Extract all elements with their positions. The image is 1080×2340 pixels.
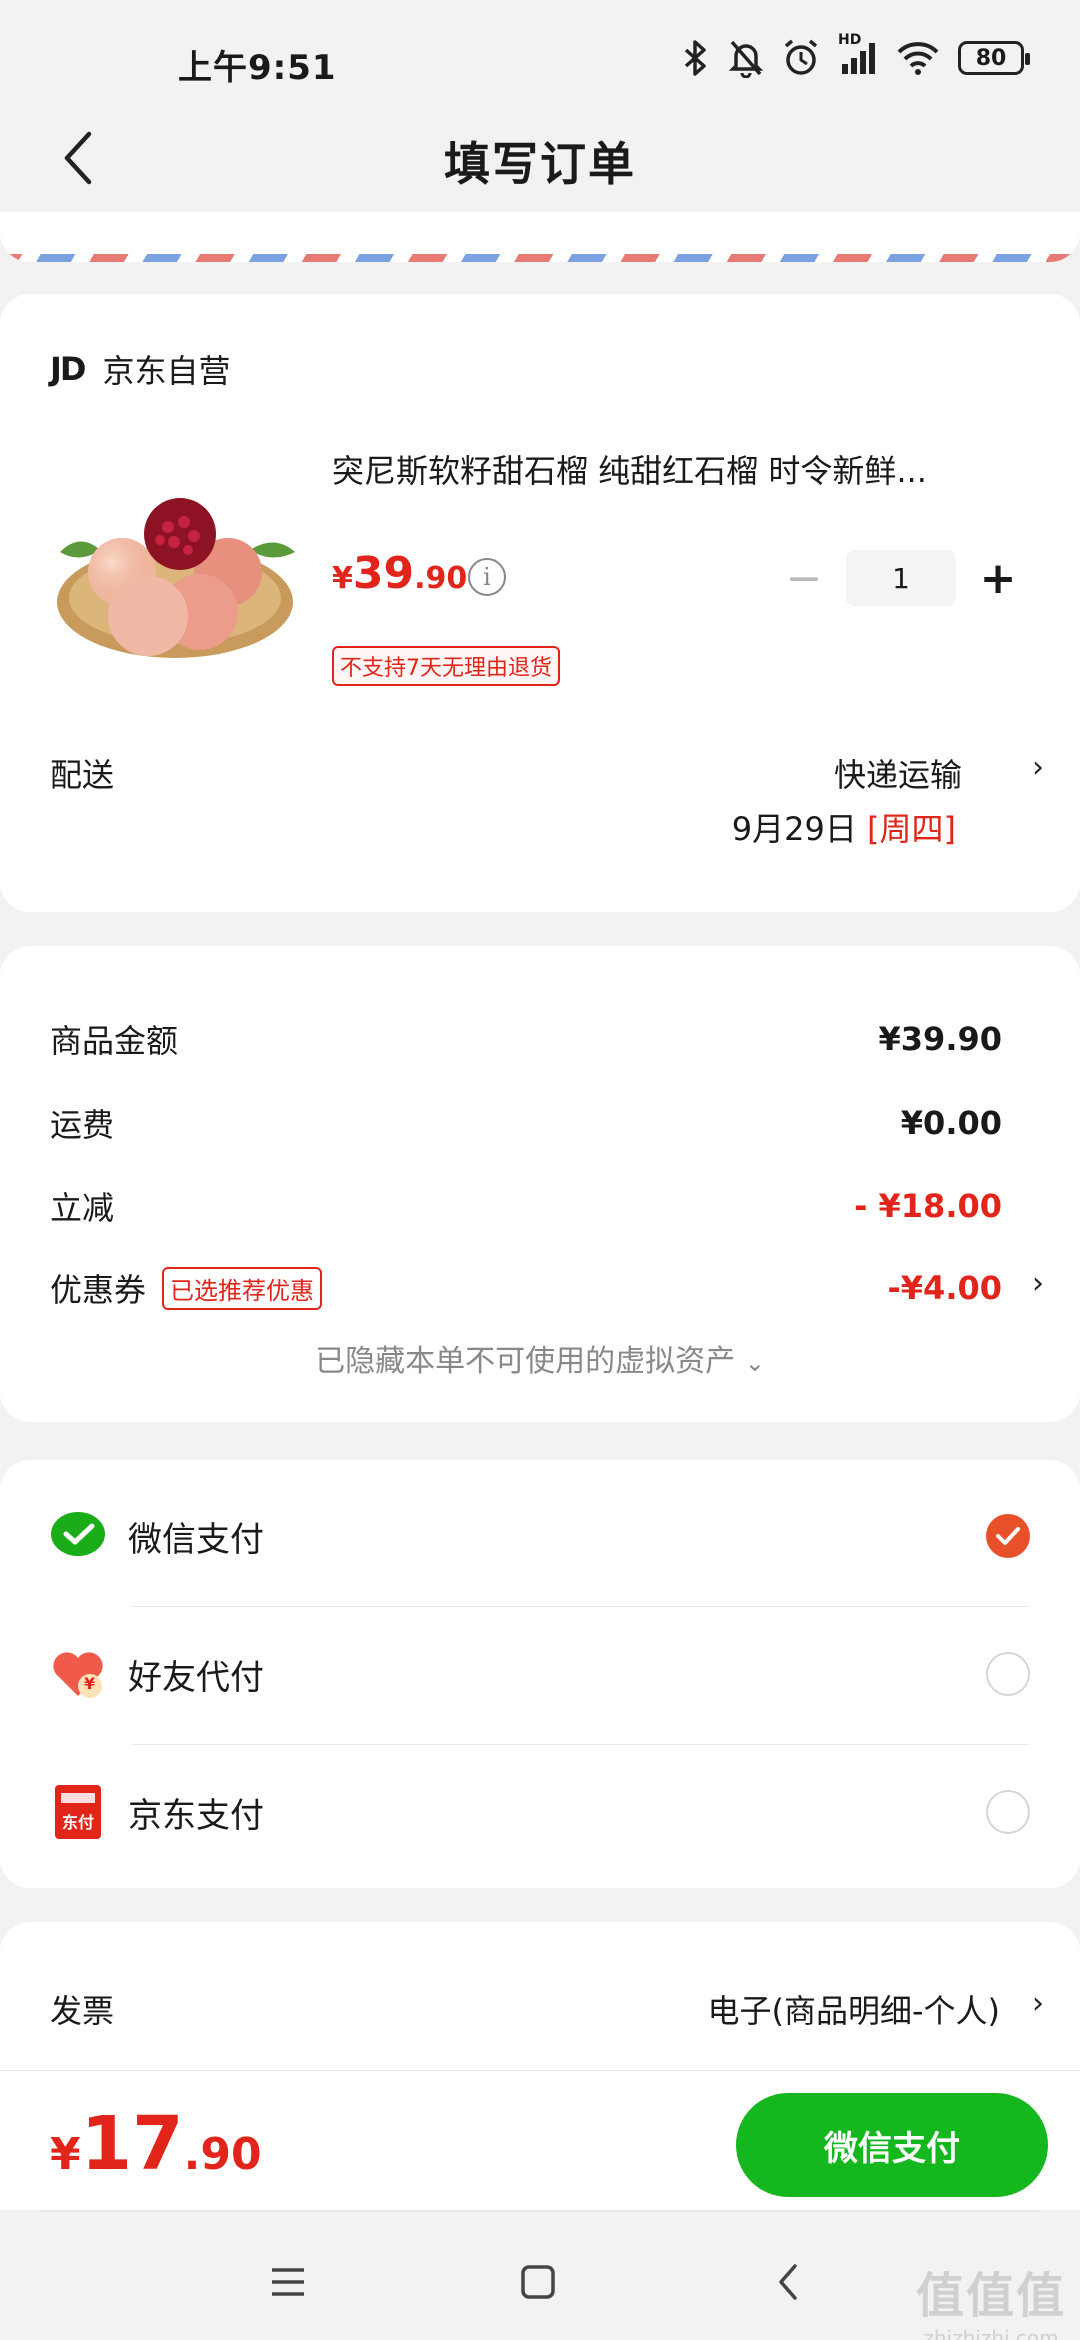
delivery-weekday: [周四]: [867, 810, 956, 848]
total-currency: ¥: [50, 2129, 81, 2180]
coupon-value: -¥4.00: [887, 1269, 1003, 1307]
alarm-icon: [782, 38, 820, 78]
bottom-divider: [40, 2210, 1040, 2212]
jd-pay-label: 京东支付: [128, 1795, 264, 1836]
cellular-signal-icon: HD: [838, 32, 878, 76]
product-image[interactable]: [50, 472, 300, 662]
shipping-label: 运费: [50, 1106, 115, 1144]
amount-row-discount: 立减 - ¥18.00: [50, 1183, 1002, 1229]
status-bar: 上午9:51 HD 80: [0, 0, 1080, 120]
friend-pay-icon-text: ¥: [84, 1674, 96, 1693]
price-currency: ¥: [332, 561, 353, 596]
system-nav-bar: 值值值 zhizhizhi.com: [0, 2214, 1080, 2340]
network-type-label: HD: [838, 32, 862, 48]
coupon-tag: 已选推荐优惠: [162, 1266, 323, 1310]
order-page: 上午9:51 HD 80 填写订单 JD 京东自营 突尼斯软籽甜石榴 纯甜红石榴…: [0, 0, 1080, 2340]
airmail-border: [0, 254, 1080, 262]
amount-row-coupon[interactable]: 优惠券 已选推荐优惠 -¥4.00: [50, 1265, 1002, 1311]
quantity-stepper: − 1 +: [776, 550, 1026, 606]
battery-icon: 80: [958, 41, 1030, 75]
payment-option-friend[interactable]: ¥ 好友代付: [50, 1624, 1030, 1724]
jd-logo: JD: [50, 350, 86, 388]
shop-header: JD 京东自营: [50, 346, 230, 392]
order-total: ¥17.90: [50, 2101, 262, 2187]
price-decimal: .90: [414, 561, 468, 596]
delivery-date[interactable]: 9月29日 [周四]: [732, 804, 956, 850]
wechat-pay-icon: [50, 1508, 106, 1564]
invoice-chevron-right-icon: ›: [1032, 1986, 1044, 2021]
payment-divider: [132, 1744, 1030, 1745]
system-back-button[interactable]: [758, 2252, 818, 2312]
delivery-method[interactable]: 快递运输: [834, 750, 962, 796]
watermark: 值值值 zhizhizhi.com: [916, 2256, 1066, 2340]
invoice-value: 电子(商品明细-个人): [707, 1992, 1000, 2030]
chevron-down-icon: ⌄: [744, 1349, 765, 1377]
shop-card: JD 京东自营 突尼斯软籽甜石榴 纯甜红石榴 时令新鲜... ¥39.90 i …: [0, 294, 1080, 912]
coupon-label: 优惠券: [50, 1271, 147, 1309]
submit-pay-button[interactable]: 微信支付: [736, 2093, 1048, 2197]
watermark-url: zhizhizhi.com: [923, 2326, 1059, 2340]
delivery-label: 配送: [50, 756, 115, 794]
quantity-value[interactable]: 1: [846, 550, 956, 606]
check-icon: [996, 1527, 1020, 1545]
coupon-label-group: 优惠券 已选推荐优惠: [50, 1265, 323, 1311]
return-policy-tag: 不支持7天无理由退货: [332, 646, 560, 686]
amount-row-subtotal: 商品金额 ¥39.90: [50, 1016, 1002, 1062]
info-icon[interactable]: i: [468, 558, 506, 596]
shipping-value: ¥0.00: [900, 1104, 1002, 1142]
hidden-assets-text: 已隐藏本单不可使用的虚拟资产: [315, 1344, 736, 1379]
payment-option-wechat[interactable]: 微信支付: [50, 1486, 1030, 1586]
payment-option-jd[interactable]: 东付 京东支付: [50, 1762, 1030, 1862]
wechat-pay-label: 微信支付: [128, 1519, 264, 1560]
subtotal-value: ¥39.90: [878, 1020, 1002, 1058]
product-price: ¥39.90: [332, 548, 467, 599]
friend-pay-radio[interactable]: [986, 1652, 1030, 1696]
back-arrow-icon: [779, 2264, 797, 2300]
address-strip[interactable]: [0, 212, 1080, 262]
bluetooth-icon: [680, 38, 710, 78]
discount-value: - ¥18.00: [854, 1187, 1002, 1225]
status-time: 上午9:51: [178, 48, 337, 88]
subtotal-label: 商品金额: [50, 1022, 179, 1060]
invoice-label: 发票: [50, 1992, 115, 2030]
menu-button[interactable]: [258, 2252, 318, 2312]
wifi-icon: [896, 40, 940, 76]
wechat-pay-radio[interactable]: [986, 1514, 1030, 1558]
page-header: 填写订单: [0, 110, 1080, 210]
home-square-icon: [521, 2265, 555, 2299]
delivery-date-text: 9月29日: [731, 810, 857, 848]
friend-pay-icon: ¥: [50, 1646, 106, 1702]
home-button[interactable]: [508, 2252, 568, 2312]
shop-name: 京东自营: [102, 352, 231, 390]
coupon-chevron-right-icon[interactable]: ›: [1032, 1266, 1044, 1301]
quantity-minus-button[interactable]: −: [776, 550, 832, 606]
page-title: 填写订单: [444, 137, 636, 191]
product-title[interactable]: 突尼斯软籽甜石榴 纯甜红石榴 时令新鲜...: [332, 446, 1012, 492]
price-integer: 39: [352, 548, 415, 599]
discount-label: 立减: [50, 1189, 115, 1227]
total-decimal: .90: [183, 2129, 262, 2180]
total-integer: 17: [80, 2101, 184, 2187]
battery-level: 80: [975, 45, 1007, 71]
jd-pay-badge-stripe: [61, 1793, 95, 1803]
amount-row-shipping: 运费 ¥0.00: [50, 1100, 1002, 1146]
status-icons: HD 80: [680, 32, 1030, 78]
payment-card: 微信支付 ¥ 好友代付 东付 京东支付: [0, 1460, 1080, 1888]
watermark-logo: 值值值: [915, 2268, 1066, 2324]
jd-pay-badge: 东付: [55, 1785, 101, 1839]
jd-pay-icon-text: 东付: [61, 1813, 94, 1832]
menu-icon: [272, 2268, 304, 2296]
hidden-assets-toggle[interactable]: 已隐藏本单不可使用的虚拟资产 ⌄: [0, 1336, 1080, 1380]
jd-pay-radio[interactable]: [986, 1790, 1030, 1834]
chevron-right-icon[interactable]: ›: [1032, 750, 1044, 785]
mute-bell-icon: [728, 38, 764, 78]
checkout-bar: ¥17.90 微信支付: [0, 2070, 1080, 2210]
quantity-plus-button[interactable]: +: [970, 550, 1026, 606]
jd-pay-icon: 东付: [50, 1784, 106, 1840]
friend-pay-label: 好友代付: [128, 1657, 264, 1698]
payment-divider: [132, 1606, 1030, 1607]
